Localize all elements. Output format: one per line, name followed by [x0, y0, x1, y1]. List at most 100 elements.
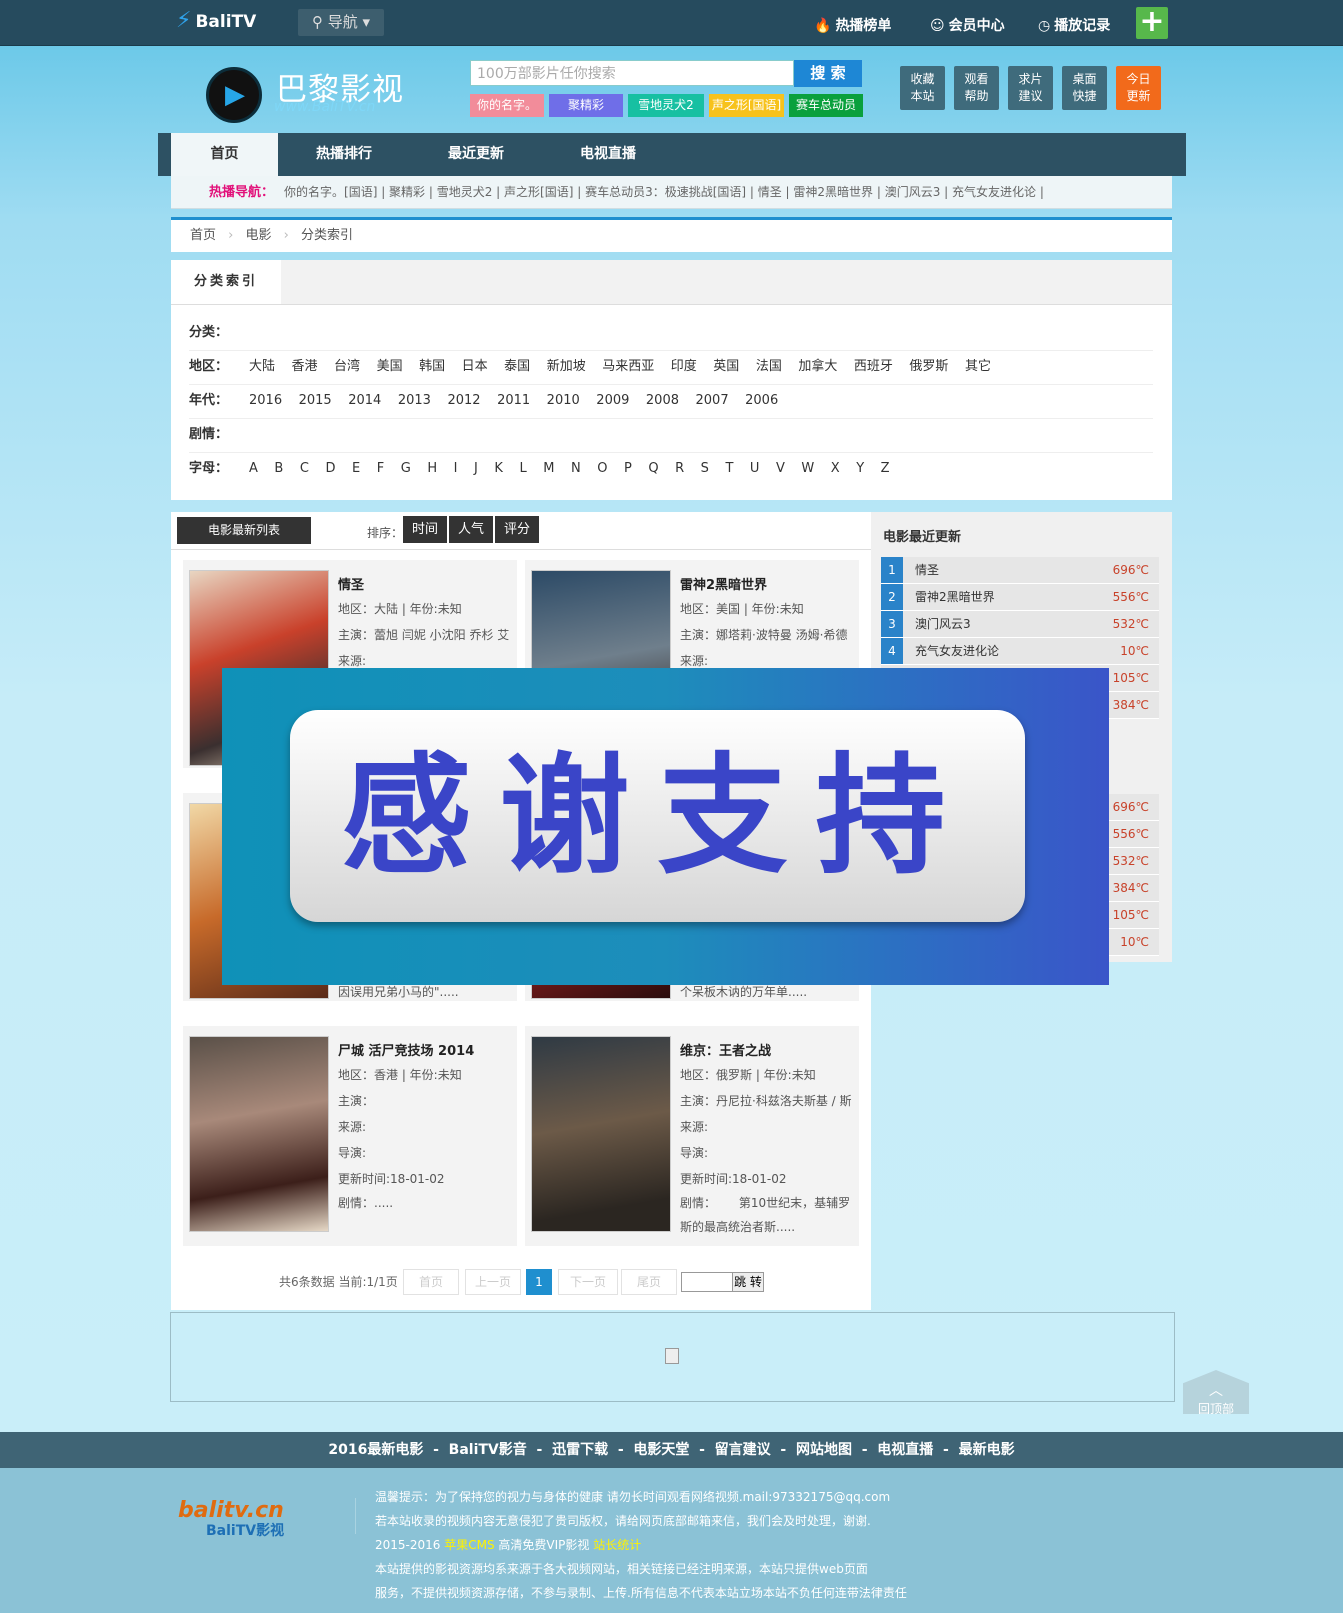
movie-plot: 因误用兄弟小马的".....	[338, 985, 459, 999]
movie-updated: 更新时间:18-01-02	[338, 1172, 445, 1186]
tab-tv-live[interactable]: 电视直播	[554, 133, 662, 176]
search-button[interactable]: 搜 索	[794, 60, 862, 87]
sort-popular-button[interactable]: 人气	[449, 516, 493, 543]
sort-rating-button[interactable]: 评分	[495, 516, 539, 543]
pager-jump-button[interactable]: 跳 转	[732, 1272, 764, 1292]
location-icon: ⚲	[311, 13, 323, 31]
pager-last[interactable]: 尾页	[621, 1269, 677, 1295]
hot-list-link[interactable]: 🔥 热播榜单	[814, 15, 891, 35]
movie-plot-more: 斯的最高统治者斯.....	[680, 1220, 796, 1234]
filter-panel: 分类索引 分类： 地区： 大陆 香港 台湾 美国 韩国 日本 泰国 新加坡 马来西…	[171, 260, 1172, 500]
movie-updated: 更新时间:18-01-02	[680, 1172, 787, 1186]
chevron-right-icon: ›	[283, 228, 289, 243]
hot-tag[interactable]: 赛车总动员	[789, 94, 863, 117]
chevron-right-icon: ›	[228, 228, 234, 243]
footer-links[interactable]: 2016最新电影 - BaliTV影音 - 迅雷下载 - 电影天堂 - 留言建议…	[0, 1432, 1343, 1468]
movie-plot: 个呆板木讷的万年单.....	[680, 985, 808, 999]
movie-director: 导演:	[338, 1146, 367, 1160]
chevron-up-icon: ︿	[1209, 1383, 1223, 1399]
movie-source: 来源:	[680, 1120, 709, 1134]
site-logo[interactable]: ⚡ BaliTV	[176, 8, 256, 33]
hot-tag[interactable]: 声之形[国语]	[709, 94, 784, 117]
movie-title[interactable]: 维京：王者之战	[680, 1040, 771, 1059]
sort-label: 排序：	[367, 526, 404, 540]
pager-current[interactable]: 1	[526, 1269, 552, 1295]
filter-row-category: 分类：	[189, 316, 1153, 351]
footer-cms-line: 2015-2016 苹果CMS 高清免费VIP影视 站长统计	[375, 1538, 642, 1552]
filter-row-letter: 字母： A B C D E F G H I J K L M N O P Q R S…	[189, 461, 890, 476]
pager-next[interactable]: 下一页	[558, 1269, 618, 1295]
movie-poster[interactable]	[531, 1036, 671, 1232]
movie-poster[interactable]	[189, 1036, 329, 1232]
filter-row-region: 地区： 大陆 香港 台湾 美国 韩国 日本 泰国 新加坡 马来西亚 印度 英国 法…	[189, 350, 1153, 385]
pager-info: 共6条数据 当前:1/1页	[279, 1275, 398, 1289]
footer-disclaimer-2: 服务，不提供视频资源存储，不参与录制、上传.所有信息不代表本站立场本站不负任何连…	[375, 1586, 907, 1600]
movie-cast: 主演：丹尼拉·科兹洛夫斯基 / 斯	[680, 1094, 852, 1108]
hot-tag[interactable]: 你的名字。	[470, 94, 544, 117]
today-update-tile[interactable]: 今日 更新	[1116, 66, 1161, 110]
footer-tip: 温馨提示：为了保持您的视力与身体的健康 请勿长时间观看网络视频.mail:973…	[375, 1490, 891, 1504]
pager-jump-input[interactable]	[681, 1272, 733, 1292]
bolt-icon: ⚡	[176, 8, 192, 33]
hot-nav-items[interactable]: 你的名字。[国语] | 聚精彩 | 雪地灵犬2 | 声之形[国语] | 赛车总动…	[284, 185, 1044, 199]
logo-url: www.BaliTV.cn	[274, 99, 376, 115]
movie-source: 来源:	[338, 654, 367, 668]
desktop-tile[interactable]: 桌面 快捷	[1062, 66, 1107, 110]
movie-card[interactable]: 维京：王者之战 地区：俄罗斯 | 年份:未知 主演：丹尼拉·科兹洛夫斯基 / 斯…	[525, 1026, 859, 1246]
hot-tag[interactable]: 雪地灵犬2	[628, 94, 704, 117]
movie-director: 导演:	[680, 1146, 709, 1160]
crumb-home[interactable]: 首页	[190, 228, 216, 243]
footer-copyright-note: 若本站收录的视频内容无意侵犯了贵司版权，请给网页底部邮箱来信，我们会及时处理，谢…	[375, 1514, 871, 1528]
movie-region: 地区：香港 | 年份:未知	[338, 1068, 462, 1082]
broken-image-icon	[665, 1348, 679, 1364]
thanks-badge: 感谢支持	[290, 710, 1025, 922]
search-input[interactable]: 100万部影片任你搜索	[470, 60, 794, 86]
member-center-link[interactable]: ☺ 会员中心	[930, 15, 1005, 35]
hot-tag[interactable]: 聚精彩	[549, 94, 623, 117]
pager-prev[interactable]: 上一页	[465, 1269, 521, 1295]
movie-title[interactable]: 尸城 活尸竞技场 2014	[338, 1040, 474, 1059]
movie-region: 地区：大陆 | 年份:未知	[338, 602, 462, 616]
user-icon: ☺	[930, 18, 945, 34]
footer-disclaimer-1: 本站提供的影视资源均系来源于各大视频网站，相关链接已经注明来源，本站只提供web…	[375, 1562, 868, 1576]
add-icon[interactable]: +	[1136, 7, 1168, 39]
filter-row-plot: 剧情：	[189, 418, 1153, 453]
pager-first[interactable]: 首页	[403, 1269, 459, 1295]
movie-cast: 主演：蕾旭 闫妮 小沈阳 乔杉 艾	[338, 628, 510, 642]
request-tile[interactable]: 求片 建议	[1008, 66, 1053, 110]
play-history-link[interactable]: ◷ 播放记录	[1038, 15, 1110, 35]
rank-item[interactable]: 3 澳门风云3 532℃	[881, 611, 1159, 638]
rank-item[interactable]: 2 雷神2黑暗世界 556℃	[881, 584, 1159, 611]
movie-title[interactable]: 情圣	[338, 574, 364, 593]
tab-home[interactable]: 首页	[171, 133, 278, 176]
thanks-overlay: 感谢支持	[222, 668, 1109, 985]
movie-region: 地区：美国 | 年份:未知	[680, 602, 804, 616]
movie-card[interactable]: 尸城 活尸竞技场 2014 地区：香港 | 年份:未知 主演： 来源: 导演: …	[183, 1026, 517, 1246]
movie-cast: 主演：	[338, 1094, 375, 1108]
play-logo-icon[interactable]: ▶	[206, 67, 262, 123]
rank-item[interactable]: 4 充气女友进化论 10℃	[881, 638, 1159, 665]
rank-item[interactable]: 1 情圣 696℃	[881, 557, 1159, 584]
ad-banner[interactable]	[170, 1312, 1175, 1402]
tab-hot-rank[interactable]: 热播排行	[290, 133, 398, 176]
movie-source: 来源:	[680, 654, 709, 668]
movie-cast: 主演：娜塔莉·波特曼 汤姆·希德	[680, 628, 848, 642]
movie-region: 地区：俄罗斯 | 年份:未知	[680, 1068, 816, 1082]
movie-title[interactable]: 雷神2黑暗世界	[680, 574, 767, 593]
sidebar-title: 电影最近更新	[883, 530, 962, 545]
breadcrumb: 首页 › 电影 › 分类索引	[171, 217, 1172, 252]
footer-logo-sub: BaliTV影视	[206, 1523, 285, 1539]
nav-dropdown[interactable]: ⚲ 导航 ▾	[298, 9, 384, 36]
list-header: 电影最新列表	[177, 517, 311, 544]
back-to-top-button[interactable]: ︿ 回顶部	[1183, 1370, 1249, 1414]
filter-row-year: 年代： 2016 2015 2014 2013 2012 2011 2010 20…	[189, 384, 1153, 419]
tab-latest[interactable]: 最近更新	[420, 133, 532, 176]
sort-time-button[interactable]: 时间	[403, 516, 447, 543]
filter-title: 分类索引	[171, 260, 281, 304]
movie-plot: 剧情：.....	[338, 1196, 394, 1210]
movie-plot: 剧情： 第10世纪末，基辅罗	[680, 1196, 851, 1210]
help-tile[interactable]: 观看 帮助	[954, 66, 999, 110]
crumb-movie[interactable]: 电影	[246, 228, 272, 243]
thanks-text: 感谢支持	[341, 740, 974, 892]
bookmark-tile[interactable]: 收藏 本站	[900, 66, 945, 110]
